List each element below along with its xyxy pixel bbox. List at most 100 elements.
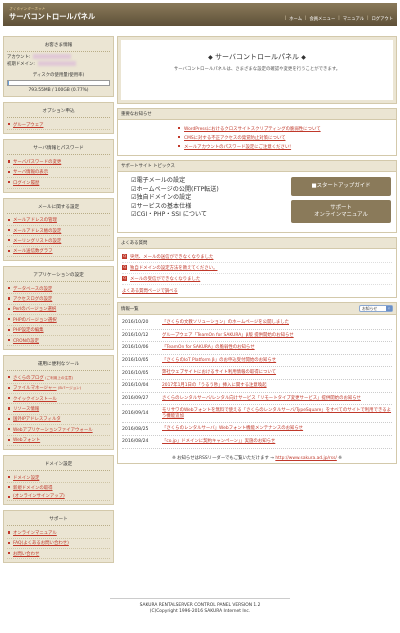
rss-link[interactable]: http://www.sakura.ad.jp/rss/ (275, 456, 337, 461)
sidebar-item-file-manager[interactable]: ファイルマネージャー (Bバージョン) (7, 384, 110, 394)
mail-title: メールに関する設定 (7, 202, 110, 214)
info-row: 2016/10/05 弊社ウェブサイトにおけるサイト利用情報の取得について (122, 367, 392, 380)
support-title: サポート (7, 514, 110, 527)
notices-panel: 重要なお知らせ WordPressにおけるクロスサイトスクリプティングの脆弱性に… (117, 108, 397, 156)
server-info-box: サーバ情報とパスワード サーバパスワードの変更 サーバ情報の表示 ログイン履歴 (3, 139, 114, 193)
info-row: 2016/08/24 「co.jp」ドメインに契約キャンペーン」」実施のお知らせ (122, 436, 392, 449)
sidebar-item-login-history[interactable]: ログイン履歴 (7, 178, 110, 189)
info-row: 2016/10/06 「TeamOn for SAKURA」の脆弱性のお知らせ (122, 342, 392, 355)
sidebar-item-address-book[interactable]: メールアドレス帳の設定 (7, 226, 110, 237)
info-row: 2016/10/05 「さくらのIoT Platform β」のお申込受付開始のお… (122, 355, 392, 368)
intro-text: サーバコントロールパネルは、さまざまな設定の確認や変更を行うことができます。 (173, 67, 341, 72)
domain-box: ドメイン設定 ドメイン設定 新規ドメインの取得 (オンラインサインアップ) (3, 454, 114, 506)
startup-guide-button[interactable]: ■スタートアップガイド (291, 177, 391, 196)
question-icon: Q (122, 265, 127, 270)
sidebar-item-php-settings[interactable]: PHP設定の編集 (7, 326, 110, 336)
main-content: ◆ サーバコントロールパネル ◆ サーバコントロールパネルは、さまざまな設定の確… (117, 36, 397, 468)
nav-home[interactable]: ホーム (289, 16, 302, 22)
topic-ftp[interactable]: ☑ホームページの公開(FTP転送) (131, 186, 291, 195)
topics-title: サポートサイト トピックス (118, 161, 396, 172)
notice-item[interactable]: WordPressにおけるクロスサイトスクリプティングの脆弱性について (124, 124, 390, 133)
sidebar-item-mail-graph[interactable]: メール送信数グラフ (7, 247, 110, 257)
info-panel: 情報一覧 お知らせ ◇ 2016/10/20 「さくらの文教ソリューション」のホーム… (117, 302, 397, 464)
nav-member-menu[interactable]: 会員メニュー (309, 16, 335, 22)
sidebar-item-php-version[interactable]: PHPのバージョン選択 (7, 315, 110, 326)
notice-item[interactable]: メールアカウントのパスワード設定にご注意ください! (124, 142, 390, 151)
notice-item[interactable]: CMSに対する不正アクセスの発覚防止対策について (124, 133, 390, 142)
info-title: 情報一覧 (121, 306, 139, 312)
mail-box: メールに関する設定 メールアドレスの管理 メールアドレス帳の設定 メーリングリス… (3, 197, 114, 261)
faq-item[interactable]: Q 突然、メールの送信ができなくなりました (122, 252, 392, 263)
rss-note: ※ お知らせはRSSリーダーでもご覧いただけます → http://www.sa… (172, 455, 342, 461)
sidebar-item-contact[interactable]: お問い合わせ (7, 549, 110, 560)
domain-row: 初期ドメイン: (7, 61, 110, 68)
sidebar-item-new-domain[interactable]: 新規ドメインの取得 (7, 483, 110, 492)
disk-usage-value: 793.55MB / 100GB (0.77%) (28, 88, 89, 93)
info-row: 2016/10/20 「さくらの文教ソリューション」のホームページを公開しました (122, 317, 392, 330)
question-icon: Q (122, 254, 127, 259)
info-filter-select[interactable]: お知らせ ◇ (359, 305, 393, 312)
faq-item[interactable]: Q 独自ドメインの設定方法を教えてください。 (122, 263, 392, 274)
sidebar-item-server-info[interactable]: サーバ情報の表示 (7, 168, 110, 179)
option-box: オプション申込 グループウェア (3, 102, 114, 135)
footer-copyright: (C)Copyright 1996-2016 SAKURA Internet I… (149, 609, 251, 614)
customer-info-title: お客さま情報 (7, 40, 110, 52)
info-row: 2016/09/27 さくらのレンタルサーバ/レンタル向けサービス「リモートタイプ… (122, 393, 392, 406)
sidebar-item-groupware[interactable]: グループウェア (7, 120, 110, 131)
page-title: ◆ サーバコントロールパネル ◆ (208, 53, 306, 61)
sidebar-item-online-manual[interactable]: オンラインマニュアル (7, 528, 110, 539)
sidebar-item-cron[interactable]: CRONの設定 (7, 336, 110, 347)
topic-email[interactable]: ☑電子メールの設定 (131, 177, 291, 186)
customer-info-box: お客さま情報 アカウント: 初期ドメイン: ディスクの使用量(使用率) 793.… (3, 36, 114, 97)
info-row: 2016/10/12 グループウェア「TeamOn for SAKURA」β版 提… (122, 330, 392, 343)
account-row: アカウント: (7, 54, 110, 61)
option-title: オプション申込 (7, 106, 110, 118)
info-table: 2016/10/20 「さくらの文教ソリューション」のホームページを公開しました … (118, 315, 396, 463)
question-icon: Q (122, 276, 127, 281)
logo-main[interactable]: サーバコントロールパネル (9, 12, 95, 22)
info-row: 2016/10/04 2017年1月1日の「うるう秒」挿入に関する注意喚起 (122, 380, 392, 393)
footer: SAKURA RENTALSERVER CONTROL PANEL VERSIO… (0, 598, 400, 615)
sidebar-item-faq[interactable]: FAQ(よくあるお問い合わせ) (7, 539, 110, 550)
sidebar-item-quick-install[interactable]: クイックインストール (7, 394, 110, 405)
sidebar-item-password[interactable]: サーバパスワードの変更 (7, 157, 110, 168)
nav-logout[interactable]: ログアウト (372, 16, 393, 22)
sidebar-item-online-signup[interactable]: (オンラインサインアップ) (7, 493, 110, 502)
sidebar-item-access-log[interactable]: アクセスログの設定 (7, 294, 110, 305)
faq-panel: よくある質問 Q 突然、メールの送信ができなくなりました Q 独自ドメインの設定方法… (117, 237, 397, 298)
app-box: アプリケーションの設定 データベースの設定 アクセスログの設定 Perlのバージ… (3, 266, 114, 351)
sidebar-item-perl[interactable]: Perlのバージョン選択 (7, 305, 110, 316)
domain-title: ドメイン設定 (7, 459, 110, 471)
disk-usage-bar (7, 80, 110, 86)
account-value-blurred (33, 54, 72, 59)
faq-title: よくある質問 (118, 238, 396, 249)
support-box: サポート オンラインマニュアル FAQ(よくあるお問い合わせ) お問い合わせ (3, 510, 114, 564)
app-title: アプリケーションの設定 (7, 270, 110, 282)
header-bar: さくらインターネット サーバコントロールパネル | ホーム | 会員メニュー |… (3, 3, 397, 26)
domain-value-blurred (37, 61, 76, 66)
top-nav: | ホーム | 会員メニュー | マニュアル | ログアウト (284, 16, 393, 22)
sidebar-item-domain-settings[interactable]: ドメイン設定 (7, 473, 110, 484)
sidebar-item-ip-filter[interactable]: 国外IPアドレスフィルタ (7, 415, 110, 426)
sidebar-item-database[interactable]: データベースの設定 (7, 284, 110, 295)
faq-more-link[interactable]: よくある質問ページで調べる (122, 285, 392, 294)
disk-usage-fill (8, 81, 9, 85)
topic-cgi[interactable]: ☑CGI・PHP・SSI について (131, 211, 291, 220)
topic-domain[interactable]: ☑独自ドメインの設定 (131, 194, 291, 203)
online-manual-button[interactable]: サポート オンラインマニュアル (291, 200, 391, 223)
sidebar-item-mail-address[interactable]: メールアドレスの管理 (7, 216, 110, 226)
sidebar-item-blog[interactable]: さくらのブログ (ご利用上の注意) (7, 373, 110, 384)
notices-title: 重要なお知らせ (118, 109, 396, 120)
sidebar-item-mailing-list[interactable]: メーリングリストの設定 (7, 236, 110, 247)
sidebar: お客さま情報 アカウント: 初期ドメイン: ディスクの使用量(使用率) 793.… (3, 36, 114, 568)
sidebar-item-waf[interactable]: Webアプリケーションファイアウォール (7, 425, 110, 436)
intro-panel: ◆ サーバコントロールパネル ◆ サーバコントロールパネルは、さまざまな設定の確… (117, 36, 397, 104)
faq-item[interactable]: Q メールの受信ができなくなりました (122, 274, 392, 285)
select-arrow-icon: ◇ (386, 306, 392, 311)
topic-spec[interactable]: ☑サービスの基本仕様 (131, 203, 291, 212)
nav-manual[interactable]: マニュアル (343, 16, 364, 22)
info-row: 2016/09/14 モリサワのWebフォントを無料で使える「さくらのレンタルサー… (122, 405, 392, 424)
sidebar-item-resource[interactable]: リソース情報 (7, 404, 110, 415)
sidebar-item-web-font[interactable]: Webフォント (7, 436, 110, 446)
disk-usage-label: ディスクの使用量(使用率) (32, 73, 85, 78)
